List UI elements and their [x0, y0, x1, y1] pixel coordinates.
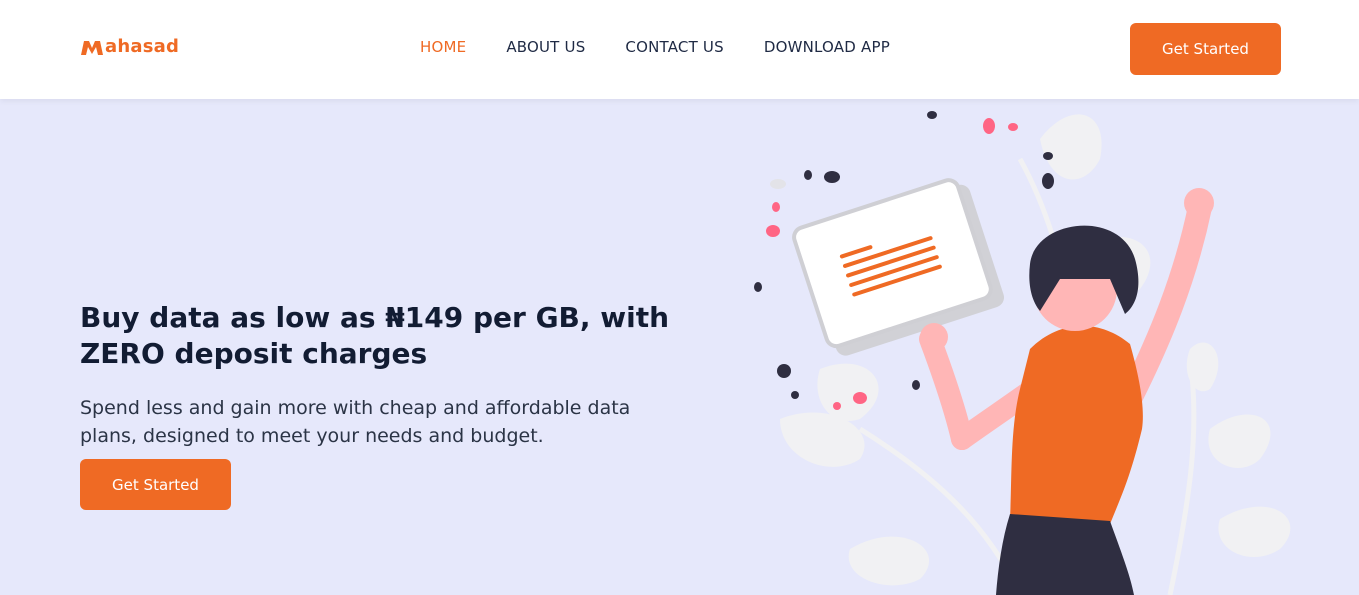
- nav-download-app[interactable]: DOWNLOAD APP: [764, 38, 890, 56]
- mahasad-m-logo-icon: [81, 40, 103, 55]
- hero-get-started-button[interactable]: Get Started: [80, 459, 231, 510]
- header-get-started-button[interactable]: Get Started: [1130, 23, 1281, 75]
- nav-home[interactable]: HOME: [420, 38, 466, 56]
- hero-subtitle: Spend less and gain more with cheap and …: [80, 397, 631, 447]
- brand-name: ahasad: [105, 36, 180, 57]
- nav-about-us[interactable]: ABOUT US: [506, 38, 585, 56]
- data-card: [792, 178, 1005, 356]
- nav-contact-us[interactable]: CONTACT US: [625, 38, 723, 56]
- brand-logo[interactable]: ahasad: [80, 36, 179, 57]
- site-header: ahasad HOME ABOUT US CONTACT US DOWNLOAD…: [0, 0, 1359, 99]
- hero-title: Buy data as low as ₦149 per GB, with ZER…: [80, 301, 670, 370]
- woman-holding-card-illustration: [754, 111, 1291, 595]
- main-nav: HOME ABOUT US CONTACT US DOWNLOAD APP: [420, 38, 930, 56]
